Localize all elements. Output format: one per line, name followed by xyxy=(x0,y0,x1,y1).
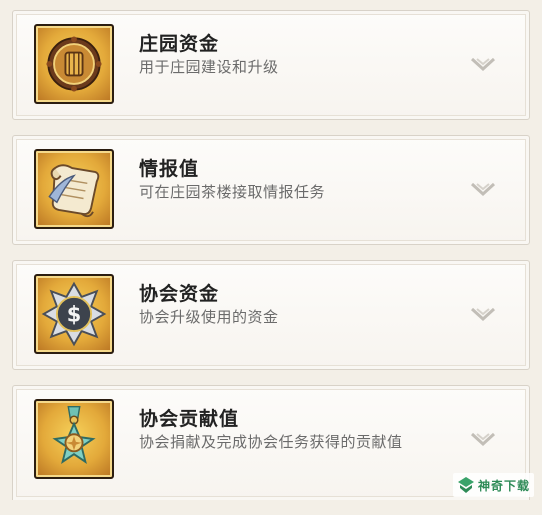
resource-title: 协会贡献值 xyxy=(139,408,240,430)
watermark-logo-icon xyxy=(457,477,474,493)
resource-card-guild-funds[interactable]: $ 协会资金 协会升级使用的资金 xyxy=(12,260,530,370)
resource-title: 庄园资金 xyxy=(139,33,220,55)
manor-funds-coin-icon xyxy=(34,24,114,104)
expand-chevron-icon[interactable] xyxy=(470,56,496,74)
resource-description: 协会升级使用的资金 xyxy=(139,308,279,326)
resource-title: 协会资金 xyxy=(139,283,220,305)
svg-text:$: $ xyxy=(67,303,82,327)
watermark: 神奇下载 xyxy=(452,473,534,497)
resource-title: 情报值 xyxy=(139,158,200,180)
resource-card-manor-funds[interactable]: 庄园资金 用于庄园建设和升级 xyxy=(12,10,530,120)
contribution-medal-icon xyxy=(34,399,114,479)
intel-scroll-icon xyxy=(34,149,114,229)
expand-chevron-icon[interactable] xyxy=(470,431,496,449)
resource-description: 用于庄园建设和升级 xyxy=(139,58,279,76)
resource-list: 庄园资金 用于庄园建设和升级 情报值 可在庄园茶楼接取情报任务 $ 协会资金 协… xyxy=(12,10,530,515)
watermark-text: 神奇下载 xyxy=(477,478,530,493)
resource-description: 协会捐献及完成协会任务获得的贡献值 xyxy=(139,433,403,451)
resource-description: 可在庄园茶楼接取情报任务 xyxy=(139,183,326,201)
expand-chevron-icon[interactable] xyxy=(470,181,496,199)
resource-card-intel[interactable]: 情报值 可在庄园茶楼接取情报任务 xyxy=(12,135,530,245)
expand-chevron-icon[interactable] xyxy=(470,306,496,324)
guild-funds-coin-icon: $ xyxy=(34,274,114,354)
